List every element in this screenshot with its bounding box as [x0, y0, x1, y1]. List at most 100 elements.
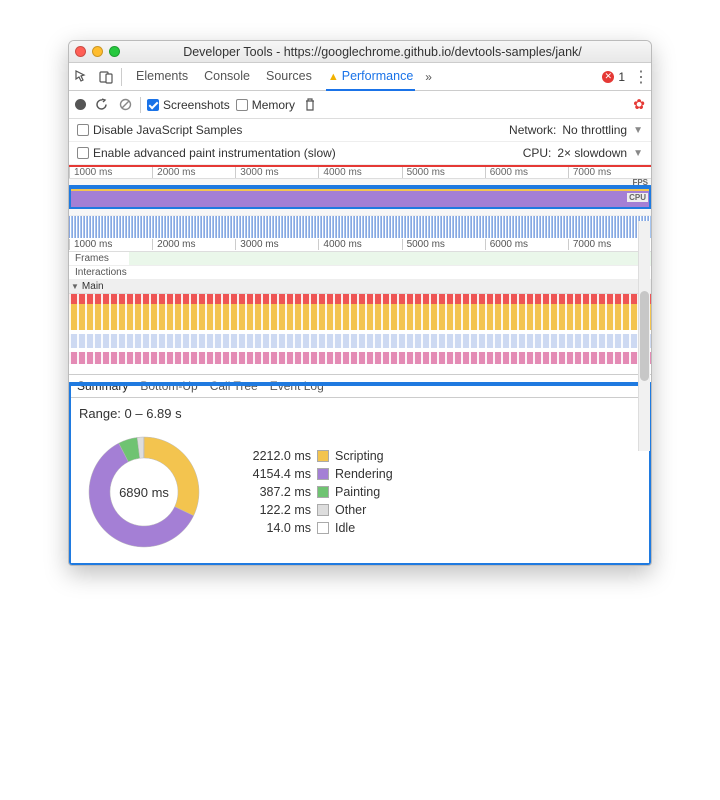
legend-swatch	[317, 486, 329, 498]
kebab-menu-icon[interactable]: ⋮	[633, 67, 647, 87]
tick: 3000 ms	[235, 239, 318, 250]
tick: 1000 ms	[69, 239, 152, 250]
tick: 5000 ms	[402, 239, 485, 250]
paint-instrumentation-checkbox[interactable]: Enable advanced paint instrumentation (s…	[77, 146, 336, 160]
legend-value: 2212.0 ms	[239, 449, 311, 463]
legend-label: Other	[335, 503, 366, 517]
donut-total: 6890 ms	[79, 427, 209, 557]
fps-lane-label: FPS	[632, 178, 648, 187]
options-row-2: Enable advanced paint instrumentation (s…	[69, 142, 651, 165]
main-flame-chart[interactable]	[69, 294, 651, 364]
details-pane: Summary Bottom-Up Call Tree Event Log Ra…	[69, 374, 651, 565]
error-icon: ✕	[602, 71, 614, 83]
legend-label: Idle	[335, 521, 355, 535]
legend-swatch	[317, 468, 329, 480]
tick: 3000 ms	[235, 167, 318, 178]
more-tabs-icon[interactable]: »	[421, 70, 436, 84]
warning-icon: ▲	[328, 71, 339, 83]
tab-strip: Elements Console Sources ▲Performance	[134, 63, 415, 91]
overview-cpu-wrap: CPU	[69, 187, 651, 209]
tick: 7000 ms	[568, 167, 651, 178]
tab-elements[interactable]: Elements	[134, 63, 190, 91]
legend-swatch	[317, 450, 329, 462]
memory-label: Memory	[252, 98, 295, 112]
minimize-icon[interactable]	[92, 46, 103, 57]
titlebar: Developer Tools - https://googlechrome.g…	[69, 41, 651, 63]
tab-event-log[interactable]: Event Log	[270, 379, 324, 393]
window-title: Developer Tools - https://googlechrome.g…	[120, 45, 645, 59]
cpu-lane-label: CPU	[627, 193, 648, 202]
network-label: Network:	[509, 123, 556, 137]
tab-summary[interactable]: Summary	[77, 379, 128, 393]
record-button[interactable]	[75, 99, 86, 110]
legend-swatch	[317, 504, 329, 516]
tick: 4000 ms	[318, 239, 401, 250]
range-label: Range: 0 – 6.89 s	[79, 406, 641, 421]
frames-track[interactable]: Frames	[69, 252, 651, 266]
screenshots-strip[interactable]	[69, 216, 651, 238]
legend-value: 14.0 ms	[239, 521, 311, 535]
disable-js-label: Disable JavaScript Samples	[93, 123, 242, 137]
clear-button[interactable]	[116, 96, 134, 114]
scroll-thumb[interactable]	[640, 291, 649, 381]
network-select[interactable]: No throttling	[562, 123, 627, 137]
tick: 5000 ms	[402, 167, 485, 178]
summary-donut-chart: 6890 ms	[79, 427, 209, 557]
overview-ruler[interactable]: 1000 ms 2000 ms 3000 ms 4000 ms 5000 ms …	[69, 165, 651, 179]
options-row-1: Disable JavaScript Samples Network: No t…	[69, 119, 651, 142]
reload-button[interactable]	[92, 96, 110, 114]
close-icon[interactable]	[75, 46, 86, 57]
error-count: 1	[618, 70, 625, 84]
main-track-label: Main	[82, 281, 104, 292]
details-tabs: Summary Bottom-Up Call Tree Event Log	[69, 374, 651, 398]
capture-settings-icon[interactable]: ✿	[633, 96, 645, 113]
chevron-down-icon[interactable]: ▼	[633, 125, 643, 136]
tab-performance-label: Performance	[342, 69, 414, 83]
disable-js-checkbox[interactable]: Disable JavaScript Samples	[77, 123, 242, 137]
tab-bottom-up[interactable]: Bottom-Up	[140, 379, 197, 393]
overview-fps-lane[interactable]: FPS	[69, 179, 651, 187]
legend-row: 2212.0 ms Scripting	[239, 449, 393, 463]
screenshots-label: Screenshots	[163, 98, 230, 112]
memory-checkbox[interactable]: Memory	[236, 98, 295, 112]
legend-row: 4154.4 ms Rendering	[239, 467, 393, 481]
legend-label: Rendering	[335, 467, 393, 481]
device-toolbar-icon[interactable]	[97, 68, 115, 86]
cpu-select[interactable]: 2× slowdown	[557, 146, 627, 160]
main-track-header[interactable]: Main	[69, 280, 651, 294]
chevron-down-icon[interactable]: ▼	[633, 148, 643, 159]
interactions-track[interactable]: Interactions	[69, 266, 651, 280]
flame-ruler[interactable]: 1000 ms 2000 ms 3000 ms 4000 ms 5000 ms …	[69, 238, 651, 252]
summary-panel: Range: 0 – 6.89 s 6890 ms 2212.0 ms Scrip…	[69, 398, 651, 565]
error-counter[interactable]: ✕ 1	[602, 70, 625, 84]
gc-icon[interactable]	[301, 96, 319, 114]
overview-cpu-lane[interactable]: CPU	[69, 187, 651, 209]
inspect-icon[interactable]	[73, 68, 91, 86]
window-controls	[75, 46, 120, 57]
cpu-label: CPU:	[523, 146, 552, 160]
tick: 2000 ms	[152, 167, 235, 178]
tab-performance[interactable]: ▲Performance	[326, 63, 415, 91]
panel-tabs: Elements Console Sources ▲Performance » …	[69, 63, 651, 91]
legend-swatch	[317, 522, 329, 534]
scrollbar[interactable]	[638, 221, 650, 451]
tab-sources[interactable]: Sources	[264, 63, 314, 91]
legend-value: 4154.4 ms	[239, 467, 311, 481]
legend-row: 122.2 ms Other	[239, 503, 393, 517]
tick: 6000 ms	[485, 167, 568, 178]
summary-legend: 2212.0 ms Scripting 4154.4 ms Rendering 387.…	[239, 449, 393, 535]
zoom-icon[interactable]	[109, 46, 120, 57]
overview-net-lane[interactable]	[69, 209, 651, 216]
legend-label: Painting	[335, 485, 380, 499]
perf-toolbar: Screenshots Memory ✿	[69, 91, 651, 119]
legend-row: 387.2 ms Painting	[239, 485, 393, 499]
tab-console[interactable]: Console	[202, 63, 252, 91]
legend-value: 387.2 ms	[239, 485, 311, 499]
tab-call-tree[interactable]: Call Tree	[210, 379, 258, 393]
tick: 6000 ms	[485, 239, 568, 250]
devtools-window: Developer Tools - https://googlechrome.g…	[68, 40, 652, 566]
legend-value: 122.2 ms	[239, 503, 311, 517]
screenshots-checkbox[interactable]: Screenshots	[147, 98, 230, 112]
tick: 1000 ms	[69, 167, 152, 178]
legend-label: Scripting	[335, 449, 384, 463]
